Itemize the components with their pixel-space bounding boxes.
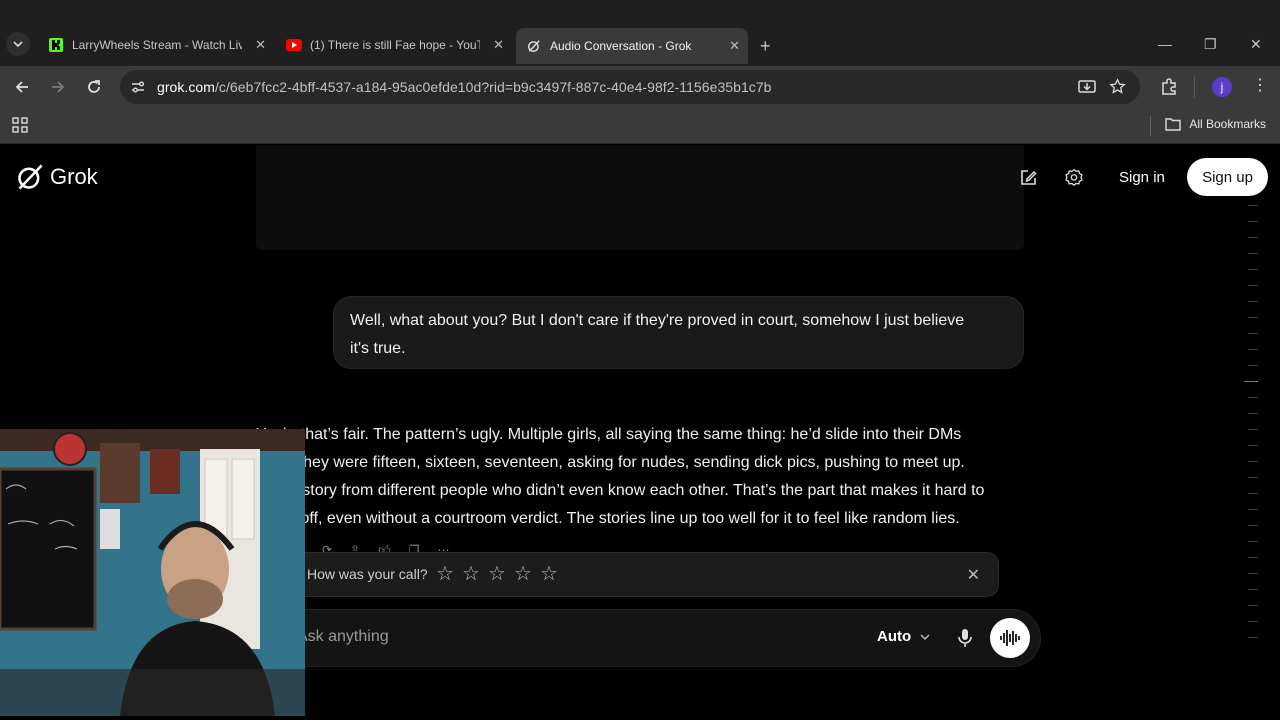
chevron-down-icon (920, 633, 930, 640)
grok-logo-icon (18, 164, 43, 190)
forward-button[interactable] (47, 76, 69, 98)
previous-message-card (256, 145, 1024, 250)
browser-toolbar: grok.com/c/6eb7fcc2-4bff-4537-a184-95ac0… (0, 66, 1280, 108)
new-chat-button[interactable] (1017, 167, 1039, 189)
more-vertical-icon[interactable]: ⋮ (1252, 77, 1268, 95)
grok-logo-text: Grok (50, 164, 98, 189)
kick-icon (48, 37, 64, 53)
rating-stars: ☆ ☆ ☆ ☆ ☆ (435, 563, 559, 585)
user-message-line: Well, what about you? But I don't care i… (350, 312, 965, 329)
restore-icon[interactable]: ❐ (1204, 36, 1217, 53)
grok-icon (526, 38, 542, 54)
profile-avatar[interactable]: j (1212, 77, 1232, 97)
user-message-line: it's true. (350, 340, 406, 357)
folder-icon (1165, 118, 1182, 131)
tab-title: (1) There is still Fae hope - YouTube (310, 38, 480, 52)
rating-question: How was your call? (307, 566, 428, 582)
tab-youtube[interactable]: (1) There is still Fae hope - YouTube ✕ (276, 30, 512, 60)
mode-label: Auto (877, 628, 912, 645)
assistant-message-line: Same story from different people who did… (256, 482, 985, 499)
arrow-left-icon (15, 81, 28, 93)
voice-mode-button[interactable] (990, 618, 1030, 658)
bookmarks-divider (1150, 116, 1151, 136)
minimize-icon[interactable]: — (1158, 36, 1172, 52)
address-bar[interactable]: grok.com/c/6eb7fcc2-4bff-4537-a184-95ac0… (120, 70, 1140, 104)
tab-larrywheels[interactable]: LarryWheels Stream - Watch Live ✕ (38, 30, 274, 60)
assistant-message-line: when they were fifteen, sixteen, sevente… (256, 454, 965, 471)
close-icon[interactable]: ✕ (729, 38, 740, 54)
edit-icon (1021, 170, 1037, 185)
bookmarks-bar: All Bookmarks (0, 108, 1280, 144)
microphone-button[interactable] (957, 628, 973, 653)
all-bookmarks-label: All Bookmarks (1189, 117, 1266, 131)
apps-grid-icon[interactable] (12, 117, 28, 138)
reload-icon (88, 80, 100, 93)
tab-bar: LarryWheels Stream - Watch Live ✕ (1) Th… (0, 0, 1280, 66)
reload-button[interactable] (83, 76, 105, 98)
assistant-message-line: Yeah, that’s fair. The pattern’s ugly. M… (256, 426, 962, 443)
back-button[interactable] (11, 76, 33, 98)
assistant-message-line: shrug off, even without a courtroom verd… (256, 510, 960, 527)
call-rating-bar: How was your call? ☆ ☆ ☆ ☆ ☆ ✕ (256, 552, 999, 597)
bookmark-star-icon[interactable] (1109, 78, 1126, 100)
arrow-right-icon (52, 81, 65, 93)
webcam-scene (0, 429, 305, 716)
composer-input[interactable]: Ask anything (297, 628, 389, 646)
youtube-icon (286, 37, 302, 53)
tab-search-button[interactable] (6, 32, 30, 56)
site-settings-icon[interactable] (130, 79, 146, 100)
star-icon[interactable]: ☆ (539, 563, 559, 585)
url-text: grok.com/c/6eb7fcc2-4bff-4537-a184-95ac0… (157, 79, 772, 95)
close-icon[interactable]: ✕ (967, 565, 980, 585)
star-icon[interactable]: ☆ (513, 563, 533, 585)
tab-grok[interactable]: Audio Conversation - Grok ✕ (516, 28, 748, 64)
waveform-icon (1000, 630, 1020, 646)
all-bookmarks-button[interactable]: All Bookmarks (1165, 117, 1266, 131)
extensions-icon[interactable] (1160, 78, 1178, 101)
star-icon[interactable]: ☆ (435, 563, 455, 585)
user-message: Well, what about you? But I don't care i… (333, 296, 1024, 369)
tab-title: Audio Conversation - Grok (550, 39, 692, 53)
sign-up-button[interactable]: Sign up (1187, 158, 1268, 196)
new-tab-button[interactable]: + (760, 36, 771, 57)
star-icon[interactable]: ☆ (487, 563, 507, 585)
gear-icon (1065, 168, 1083, 187)
close-window-icon[interactable]: ✕ (1250, 36, 1262, 53)
webcam-overlay (0, 429, 305, 716)
model-mode-select[interactable]: Auto (877, 628, 931, 645)
install-app-icon[interactable] (1078, 79, 1096, 100)
chat-composer[interactable]: Ask anything Auto (256, 609, 1041, 667)
close-icon[interactable]: ✕ (255, 37, 266, 53)
settings-button[interactable] (1063, 167, 1085, 189)
assistant-message: Yeah, that’s fair. The pattern’s ugly. M… (256, 421, 1024, 533)
grok-logo[interactable]: Grok (16, 163, 98, 191)
microphone-icon (958, 629, 972, 647)
star-icon[interactable]: ☆ (461, 563, 481, 585)
conversation-minimap[interactable] (1244, 205, 1258, 653)
tab-title: LarryWheels Stream - Watch Live (72, 38, 242, 52)
toolbar-divider (1194, 76, 1195, 98)
sign-in-button[interactable]: Sign in (1110, 158, 1174, 196)
close-icon[interactable]: ✕ (493, 37, 504, 53)
chevron-down-icon (13, 41, 23, 48)
